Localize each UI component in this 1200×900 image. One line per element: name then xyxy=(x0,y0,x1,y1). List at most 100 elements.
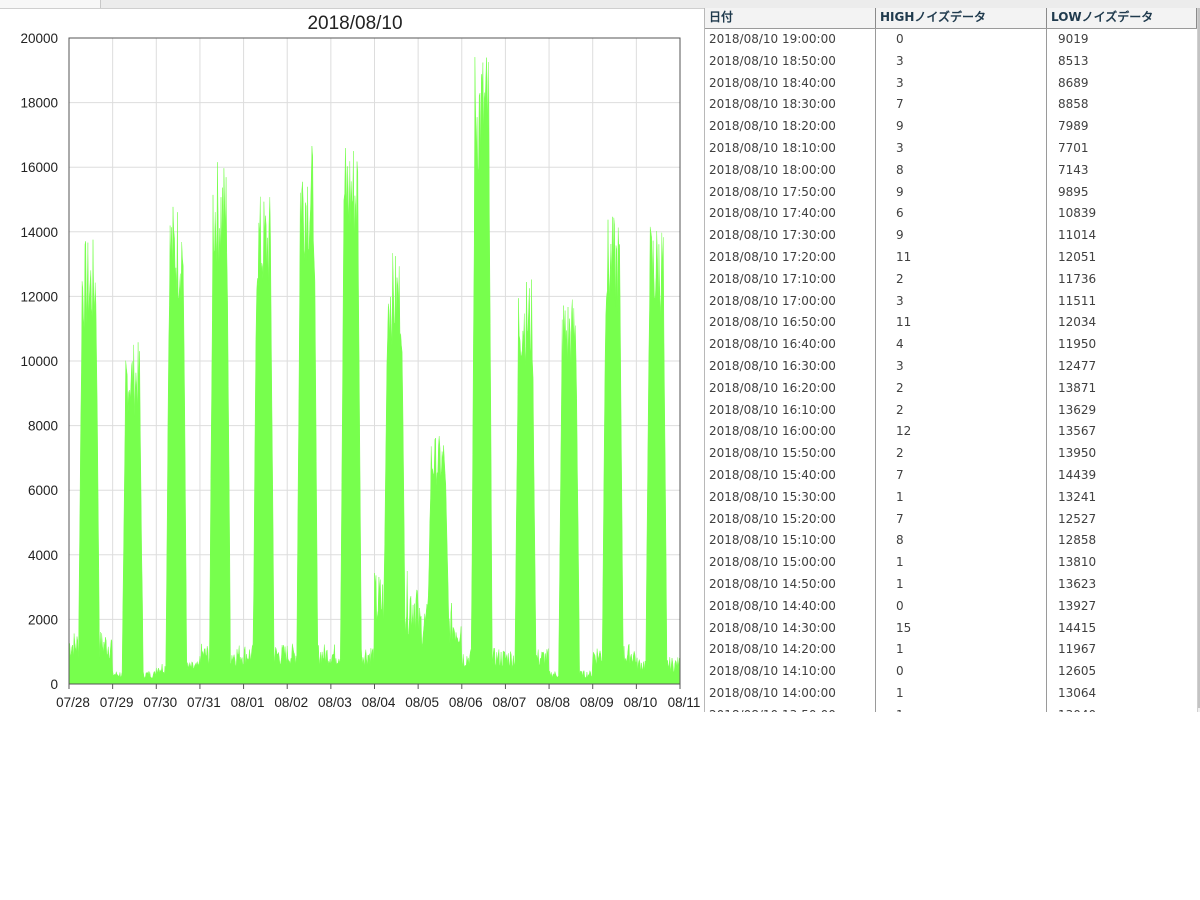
cell-low-noise: 12034 xyxy=(1058,315,1097,330)
table-row[interactable]: 2018/08/10 15:40:00 7 14439 xyxy=(705,464,1197,487)
table-row[interactable]: 2018/08/10 13:50:00113040 xyxy=(705,704,1197,712)
cell-date: 2018/08/10 16:20:00 xyxy=(705,377,876,400)
table-row[interactable]: 2018/08/10 16:20:00 2 13871 xyxy=(705,377,1197,400)
y-tick-label: 20000 xyxy=(20,31,58,46)
table-row[interactable]: 2018/08/10 17:10:00 2 11736 xyxy=(705,268,1197,291)
cell-low-noise: 12858 xyxy=(1058,533,1097,548)
table-header: 日付 HIGHノイズデータ LOWノイズデータ xyxy=(705,8,1197,29)
cell-low-noise: 11950 xyxy=(1058,337,1097,352)
x-tick-label: 08/04 xyxy=(362,695,396,710)
table-row[interactable]: 2018/08/10 18:50:00 3 8513 xyxy=(705,50,1197,73)
cell-low-noise: 13064 xyxy=(1058,685,1097,700)
cell-date: 2018/08/10 14:30:00 xyxy=(705,617,876,640)
y-tick-label: 18000 xyxy=(20,96,58,111)
column-header-high-noise[interactable]: HIGHノイズデータ xyxy=(876,8,1047,28)
table-row[interactable]: 2018/08/10 14:10:00 0 12605 xyxy=(705,661,1197,683)
cell-high-noise: 2 xyxy=(876,377,1047,400)
table-row[interactable]: 2018/08/10 17:30:00 9 11014 xyxy=(705,225,1197,247)
tab-edge xyxy=(0,0,101,8)
table-row[interactable]: 2018/08/10 15:30:00 1 13241 xyxy=(705,486,1197,509)
x-tick-label: 08/02 xyxy=(274,695,308,710)
y-tick-label: 12000 xyxy=(20,289,58,304)
x-tick-label: 08/09 xyxy=(580,695,614,710)
table-row[interactable]: 2018/08/10 14:50:00 1 13623 xyxy=(705,573,1197,596)
cell-low-noise: 13927 xyxy=(1058,598,1097,613)
table-row[interactable]: 2018/08/10 16:10:00 2 13629 xyxy=(705,399,1197,422)
cell-date: 2018/08/10 16:40:00 xyxy=(705,334,876,356)
table-row[interactable]: 2018/08/10 14:40:00 0 13927 xyxy=(705,595,1197,618)
column-header-date[interactable]: 日付 xyxy=(705,8,876,28)
cell-low-noise: 11511 xyxy=(1058,293,1097,308)
cell-low-noise: 13623 xyxy=(1058,576,1097,591)
table-row[interactable]: 2018/08/10 18:10:00 3 7701 xyxy=(705,137,1197,160)
table-row[interactable]: 2018/08/10 17:50:00 9 9895 xyxy=(705,181,1197,204)
table-row[interactable]: 2018/08/10 17:00:00 3 11511 xyxy=(705,290,1197,313)
cell-high-noise: 7 xyxy=(876,464,1047,487)
cell-high-noise: 15 xyxy=(876,617,1047,640)
cell-date: 2018/08/10 17:40:00 xyxy=(705,203,876,226)
cell-date: 2018/08/10 16:30:00 xyxy=(705,355,876,378)
cell-low-noise: 12605 xyxy=(1058,664,1097,679)
cell-low-noise: 10839 xyxy=(1058,206,1097,221)
cell-low-noise: 11736 xyxy=(1058,271,1097,286)
x-tick-label: 08/07 xyxy=(493,695,527,710)
table-row[interactable]: 2018/08/10 18:40:00 3 8689 xyxy=(705,72,1197,95)
cell-date: 2018/08/10 18:00:00 xyxy=(705,159,876,182)
table-row[interactable]: 2018/08/10 18:00:00 8 7143 xyxy=(705,159,1197,182)
cell-date: 2018/08/10 13:50:00 xyxy=(705,704,876,712)
cell-date: 2018/08/10 15:10:00 xyxy=(705,530,876,553)
table-row[interactable]: 2018/08/10 18:30:00 7 8858 xyxy=(705,94,1197,117)
y-tick-label: 16000 xyxy=(20,160,58,175)
cell-date: 2018/08/10 16:10:00 xyxy=(705,399,876,422)
table-row[interactable]: 2018/08/10 14:00:00 1 13064 xyxy=(705,682,1197,705)
table-row[interactable]: 2018/08/10 15:00:00 1 13810 xyxy=(705,552,1197,574)
cell-high-noise: 2 xyxy=(876,399,1047,422)
cell-high-noise: 11 xyxy=(876,312,1047,335)
cell-low-noise: 8858 xyxy=(1058,97,1089,112)
y-tick-label: 8000 xyxy=(28,419,58,434)
y-tick-label: 2000 xyxy=(28,612,58,627)
cell-low-noise: 8513 xyxy=(1058,53,1089,68)
y-tick-label: 4000 xyxy=(28,548,58,563)
cell-high-noise: 3 xyxy=(876,290,1047,313)
cell-low-noise: 12527 xyxy=(1058,511,1097,526)
cell-low-noise: 13040 xyxy=(1047,705,1197,712)
table-row[interactable]: 2018/08/10 15:10:00 8 12858 xyxy=(705,530,1197,553)
cell-high-noise: 1 xyxy=(876,682,1047,705)
cell-high-noise: 1 xyxy=(876,552,1047,574)
table-row[interactable]: 2018/08/10 14:30:00 15 14415 xyxy=(705,617,1197,640)
table-row[interactable]: 2018/08/10 18:20:00 9 7989 xyxy=(705,116,1197,138)
y-tick-label: 10000 xyxy=(20,354,58,369)
table-body: 2018/08/10 19:00:00 0 9019 2018/08/10 18:50… xyxy=(705,29,1197,712)
table-row[interactable]: 2018/08/10 16:00:00 12 13567 xyxy=(705,421,1197,444)
cell-low-noise: 9895 xyxy=(1058,184,1089,199)
column-header-low-noise[interactable]: LOWノイズデータ xyxy=(1047,8,1197,28)
x-tick-label: 07/29 xyxy=(100,695,134,710)
cell-date: 2018/08/10 18:20:00 xyxy=(705,116,876,138)
cell-low-noise: 13810 xyxy=(1058,555,1097,570)
cell-date: 2018/08/10 17:10:00 xyxy=(705,268,876,291)
table-row[interactable]: 2018/08/10 14:20:00 1 11967 xyxy=(705,639,1197,662)
table-row[interactable]: 2018/08/10 16:50:00 11 12034 xyxy=(705,312,1197,335)
table-row[interactable]: 2018/08/10 19:00:00 0 9019 xyxy=(705,29,1197,51)
cell-high-noise: 2 xyxy=(876,443,1047,465)
cell-date: 2018/08/10 14:10:00 xyxy=(705,661,876,683)
table-row[interactable]: 2018/08/10 16:40:00 4 11950 xyxy=(705,334,1197,356)
cell-high-noise: 7 xyxy=(876,508,1047,531)
cell-high-noise: 4 xyxy=(876,334,1047,356)
y-tick-label: 6000 xyxy=(28,483,58,498)
cell-high-noise: 0 xyxy=(876,661,1047,683)
cell-date: 2018/08/10 18:10:00 xyxy=(705,137,876,160)
cell-date: 2018/08/10 18:50:00 xyxy=(705,50,876,73)
table-row[interactable]: 2018/08/10 16:30:00 3 12477 xyxy=(705,355,1197,378)
x-tick-label: 08/03 xyxy=(318,695,352,710)
cell-date: 2018/08/10 14:40:00 xyxy=(705,595,876,618)
table-row[interactable]: 2018/08/10 17:20:00 11 12051 xyxy=(705,246,1197,269)
cell-high-noise: 0 xyxy=(876,29,1047,51)
table-row[interactable]: 2018/08/10 15:20:00 7 12527 xyxy=(705,508,1197,531)
cell-date: 2018/08/10 15:00:00 xyxy=(705,552,876,574)
table-row[interactable]: 2018/08/10 17:40:00 6 10839 xyxy=(705,203,1197,226)
cell-high-noise: 1 xyxy=(876,639,1047,662)
cell-date: 2018/08/10 15:30:00 xyxy=(705,486,876,509)
table-row[interactable]: 2018/08/10 15:50:00 2 13950 xyxy=(705,443,1197,465)
